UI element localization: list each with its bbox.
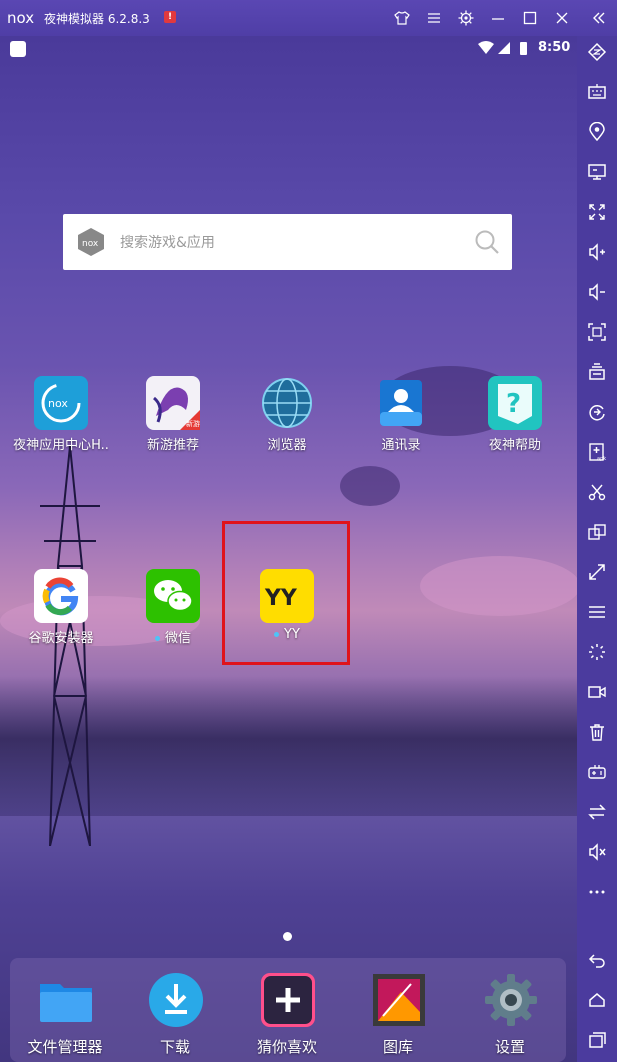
nox-logo-icon: nox bbox=[7, 9, 34, 27]
screen-display-icon[interactable] bbox=[587, 162, 607, 182]
location-pin-icon[interactable] bbox=[587, 121, 607, 142]
search-icon[interactable] bbox=[473, 228, 501, 256]
svg-text:nox: nox bbox=[48, 397, 68, 410]
close-icon[interactable] bbox=[553, 9, 571, 27]
more-options-icon[interactable] bbox=[587, 882, 607, 902]
google-installer-icon bbox=[34, 569, 88, 623]
loading-spinner-icon[interactable] bbox=[587, 642, 607, 662]
app-label: 新游推荐 bbox=[146, 438, 199, 453]
dock-file-manager[interactable]: 文件管理器 bbox=[10, 972, 120, 1062]
svg-text:apk: apk bbox=[597, 456, 606, 462]
theme-shirt-icon[interactable] bbox=[393, 9, 411, 27]
volume-up-icon[interactable] bbox=[587, 242, 607, 262]
new-games-icon: 新游 bbox=[146, 376, 200, 430]
gamepad-icon[interactable] bbox=[587, 762, 607, 782]
collapse-sidebar-icon[interactable] bbox=[589, 9, 607, 27]
notification-icon bbox=[10, 41, 26, 57]
wallpaper-cloud bbox=[420, 556, 577, 616]
list-menu-icon[interactable] bbox=[587, 602, 607, 622]
minimize-icon[interactable] bbox=[489, 9, 507, 27]
home-icon[interactable] bbox=[587, 990, 607, 1010]
app-label: 设置 bbox=[494, 1038, 525, 1056]
sync-icon[interactable] bbox=[587, 402, 607, 422]
app-label: 通讯录 bbox=[381, 438, 421, 453]
trash-icon[interactable] bbox=[587, 722, 607, 742]
window-titlebar: nox 夜神模拟器 6.2.8.3 ! bbox=[0, 0, 617, 36]
back-icon[interactable] bbox=[587, 950, 607, 970]
recommend-plus-icon bbox=[261, 973, 315, 1027]
menu-icon[interactable] bbox=[425, 9, 443, 27]
app-label: 夜神应用中心H.. bbox=[13, 438, 109, 453]
clock: 8:50 bbox=[538, 40, 571, 55]
wechat-icon bbox=[146, 569, 200, 623]
app-browser[interactable]: 浏览器 bbox=[232, 376, 342, 466]
gallery-icon bbox=[373, 974, 425, 1026]
multi-instance-icon[interactable] bbox=[587, 362, 607, 382]
highlight-box bbox=[222, 521, 350, 665]
window-title: 夜神模拟器 6.2.8.3 bbox=[44, 12, 150, 26]
swap-arrows-icon[interactable] bbox=[587, 802, 607, 822]
dock-gallery[interactable]: 图库 bbox=[343, 972, 453, 1062]
android-status-bar: 8:50 bbox=[0, 36, 577, 60]
app-label: 猜你喜欢 bbox=[256, 1038, 317, 1056]
settings-gear-icon[interactable] bbox=[457, 9, 475, 27]
app-contacts[interactable]: 通讯录 bbox=[346, 376, 456, 466]
video-record-icon[interactable] bbox=[587, 682, 607, 702]
search-bar[interactable]: nox 搜索游戏&应用 bbox=[63, 214, 512, 270]
keyboard-icon[interactable] bbox=[587, 82, 607, 102]
wallpaper-cloud bbox=[340, 466, 400, 506]
file-manager-icon bbox=[40, 984, 92, 1022]
recent-apps-icon[interactable] bbox=[587, 1030, 607, 1050]
app-new-games[interactable]: 新游 新游推荐 bbox=[118, 376, 228, 466]
nox-logo-icon: nox bbox=[78, 228, 104, 256]
mute-icon[interactable] bbox=[587, 842, 607, 862]
app-label: 图库 bbox=[382, 1038, 413, 1056]
nox-app-center-icon: nox bbox=[34, 376, 88, 430]
svg-text:nox: nox bbox=[7, 9, 34, 27]
wifi-signal-battery-icon bbox=[478, 41, 527, 55]
new-install-dot bbox=[154, 636, 160, 641]
download-icon bbox=[149, 973, 203, 1027]
settings-gear-icon bbox=[485, 974, 537, 1026]
app-nox-app-center[interactable]: nox 夜神应用中心H.. bbox=[6, 376, 116, 466]
maximize-icon[interactable] bbox=[521, 9, 539, 27]
resize-icon[interactable] bbox=[587, 562, 607, 582]
svg-text:?: ? bbox=[506, 389, 521, 419]
browser-globe-icon bbox=[262, 378, 312, 428]
dock-download[interactable]: 下载 bbox=[120, 972, 230, 1062]
dock-settings[interactable]: 设置 bbox=[455, 972, 565, 1062]
android-home-screen: 8:50 nox 搜索游戏&应用 nox 夜神应用中心H.. 新游 新游推荐 浏… bbox=[0, 36, 577, 1062]
app-label: 谷歌安装器 bbox=[28, 631, 94, 646]
keyboard-control-icon[interactable] bbox=[587, 42, 607, 62]
app-label: 文件管理器 bbox=[27, 1038, 103, 1056]
screenshot-icon[interactable] bbox=[587, 322, 607, 342]
app-label: 下载 bbox=[159, 1038, 190, 1056]
volume-down-icon[interactable] bbox=[587, 282, 607, 302]
svg-text:新游: 新游 bbox=[186, 419, 200, 428]
app-wechat[interactable]: 微信 bbox=[118, 569, 228, 659]
app-nox-help[interactable]: ? 夜神帮助 bbox=[460, 376, 570, 466]
app-google-installer[interactable]: 谷歌安装器 bbox=[6, 569, 116, 659]
nox-help-icon: ? bbox=[488, 376, 542, 430]
svg-text:nox: nox bbox=[82, 239, 99, 249]
search-input[interactable]: 搜索游戏&应用 bbox=[120, 232, 215, 252]
fullscreen-icon[interactable] bbox=[587, 202, 607, 222]
page-indicator[interactable] bbox=[283, 932, 292, 941]
emulator-toolbar: apk bbox=[577, 36, 617, 1062]
warning-badge[interactable]: ! bbox=[164, 11, 176, 23]
multi-window-icon[interactable] bbox=[587, 522, 607, 542]
app-label: 夜神帮助 bbox=[488, 438, 541, 453]
contacts-icon bbox=[380, 380, 422, 426]
dock-recommend[interactable]: 猜你喜欢 bbox=[232, 972, 342, 1062]
app-label: 浏览器 bbox=[267, 438, 307, 453]
install-apk-icon[interactable]: apk bbox=[587, 442, 607, 462]
scissors-icon[interactable] bbox=[587, 482, 607, 502]
app-label: 微信 bbox=[118, 627, 228, 646]
